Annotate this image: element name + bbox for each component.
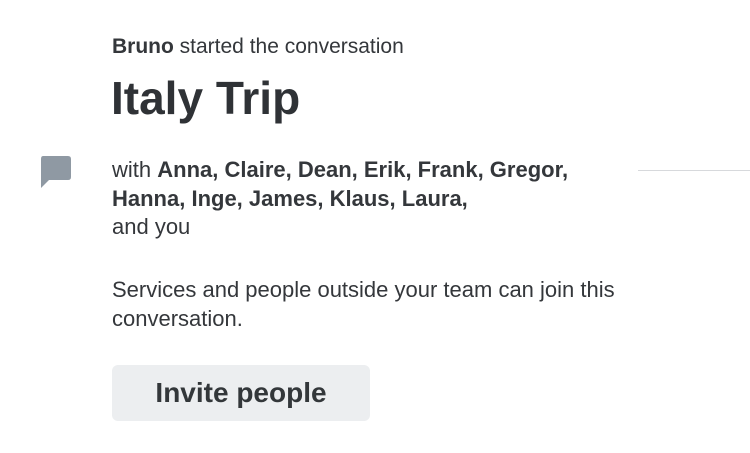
conversation-starter-line: Bruno started the conversation xyxy=(112,33,404,61)
chat-bubble-icon xyxy=(41,156,71,188)
participants-list: with Anna, Claire, Dean, Erik, Frank, Gr… xyxy=(112,156,622,242)
participants-suffix: and you xyxy=(112,214,191,239)
guest-access-notice: Services and people outside your team ca… xyxy=(112,277,615,331)
conversation-title: Italy Trip xyxy=(111,72,301,124)
conversation-start-panel: Bruno started the conversation Italy Tri… xyxy=(0,0,750,453)
participants-prefix: with xyxy=(112,157,158,182)
invite-people-button[interactable]: Invite people xyxy=(112,365,370,421)
starter-text: started the conversation xyxy=(173,35,404,58)
divider-line xyxy=(638,170,750,171)
starter-name: Bruno xyxy=(112,35,174,58)
participant-names: Anna, Claire, Dean, Erik, Frank, Gregor,… xyxy=(112,157,569,211)
